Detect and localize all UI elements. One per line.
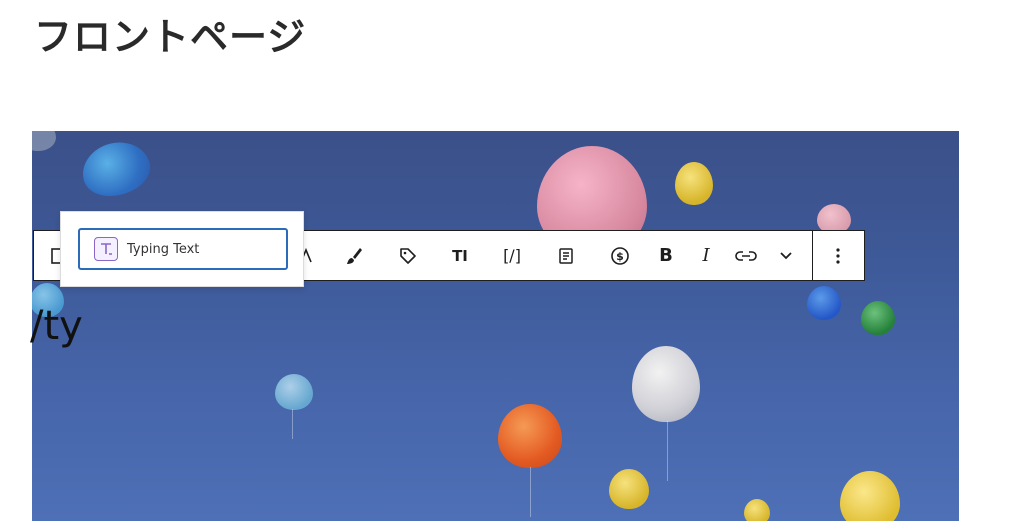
tag-button[interactable] [388, 231, 428, 280]
money-button[interactable]: $ [600, 231, 640, 280]
typing-text-label: Typing Text [127, 241, 200, 257]
balloon-image [861, 301, 895, 335]
balloon-image [32, 131, 56, 151]
typing-text-icon [94, 237, 118, 261]
balloon-image [498, 404, 562, 468]
font-size-icon: TI [452, 246, 468, 265]
bold-icon: B [659, 245, 673, 266]
italic-button[interactable]: I [686, 231, 726, 280]
block-inserter-popover: Typing Text [60, 211, 304, 287]
balloon-image [632, 346, 700, 422]
document-icon [559, 247, 573, 264]
cover-image[interactable] [32, 131, 959, 521]
slash-command-text[interactable]: /ty [30, 303, 83, 349]
shortcode-button[interactable]: [/] [492, 231, 532, 280]
link-icon [735, 250, 757, 261]
more-formatting-icon [780, 251, 792, 259]
money-icon: $ [611, 246, 629, 265]
toolbar-divider [812, 231, 813, 280]
svg-text:$: $ [616, 250, 624, 263]
link-button[interactable] [726, 231, 766, 280]
balloon-image [76, 135, 156, 203]
more-formatting-button[interactable] [766, 231, 806, 280]
document-button[interactable] [546, 231, 586, 280]
balloon-image [275, 374, 313, 410]
font-size-button[interactable]: TI [440, 231, 480, 280]
highlight-brush-icon [347, 247, 362, 264]
balloon-image [840, 471, 900, 521]
shortcode-icon: [/] [503, 246, 521, 265]
tag-icon [400, 247, 416, 264]
italic-icon: I [702, 245, 710, 266]
options-button[interactable] [818, 231, 858, 280]
bold-button[interactable]: B [646, 231, 686, 280]
options-icon [836, 247, 840, 264]
highlight-button[interactable] [334, 231, 374, 280]
balloon-image [609, 469, 649, 509]
page-title: フロントページ [34, 15, 307, 59]
typing-text-option[interactable]: Typing Text [78, 228, 288, 270]
balloon-image [675, 162, 713, 205]
balloon-image [807, 286, 841, 320]
